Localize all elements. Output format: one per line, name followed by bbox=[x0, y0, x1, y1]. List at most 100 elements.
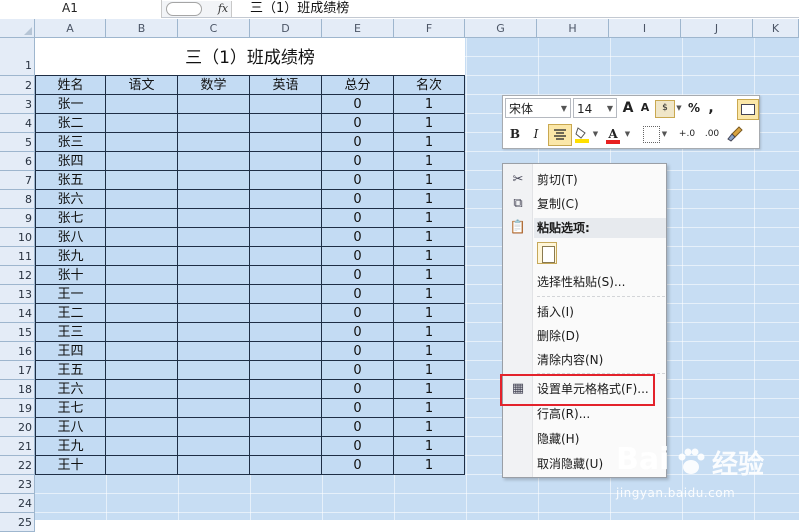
table-cell[interactable]: 王一 bbox=[35, 285, 106, 304]
table-cell[interactable]: 0 bbox=[322, 247, 394, 266]
table-header-cell[interactable]: 姓名 bbox=[35, 76, 106, 95]
table-cell[interactable] bbox=[250, 114, 322, 133]
table-cell[interactable] bbox=[250, 266, 322, 285]
table-cell[interactable]: 1 bbox=[394, 380, 465, 399]
grow-font-button[interactable]: A bbox=[620, 98, 636, 118]
table-cell[interactable]: 1 bbox=[394, 171, 465, 190]
table-cell[interactable] bbox=[106, 285, 178, 304]
table-cell[interactable]: 1 bbox=[394, 456, 465, 475]
row-header-11[interactable]: 11 bbox=[0, 247, 35, 266]
table-cell[interactable]: 王七 bbox=[35, 399, 106, 418]
row-header-2[interactable]: 2 bbox=[0, 76, 35, 95]
table-cell[interactable]: 1 bbox=[394, 133, 465, 152]
menu-item-cut[interactable]: 剪切(T) bbox=[537, 168, 578, 192]
chevron-down-icon[interactable]: ▼ bbox=[674, 98, 684, 118]
paste-button[interactable] bbox=[537, 242, 557, 264]
table-cell[interactable] bbox=[178, 152, 250, 171]
column-header-a[interactable]: A bbox=[35, 19, 106, 38]
chevron-down-icon[interactable]: ▼ bbox=[623, 124, 632, 144]
row-header-20[interactable]: 20 bbox=[0, 418, 35, 437]
row-header-23[interactable]: 23 bbox=[0, 475, 35, 494]
table-cell[interactable]: 王九 bbox=[35, 437, 106, 456]
menu-item-delete[interactable]: 删除(D) bbox=[537, 324, 580, 348]
table-cell[interactable] bbox=[106, 399, 178, 418]
table-cell[interactable] bbox=[106, 323, 178, 342]
table-cell[interactable]: 0 bbox=[322, 380, 394, 399]
row-header-19[interactable]: 19 bbox=[0, 399, 35, 418]
table-cell[interactable] bbox=[178, 304, 250, 323]
table-cell[interactable] bbox=[178, 95, 250, 114]
borders-icon[interactable] bbox=[643, 126, 660, 143]
table-cell[interactable] bbox=[106, 171, 178, 190]
table-cell[interactable] bbox=[178, 342, 250, 361]
table-cell[interactable] bbox=[106, 228, 178, 247]
table-cell[interactable]: 王三 bbox=[35, 323, 106, 342]
table-cell[interactable] bbox=[106, 342, 178, 361]
table-cell[interactable]: 0 bbox=[322, 285, 394, 304]
table-cell[interactable]: 0 bbox=[322, 342, 394, 361]
table-cell[interactable]: 1 bbox=[394, 342, 465, 361]
comma-style-button[interactable]: , bbox=[704, 98, 718, 118]
table-cell[interactable] bbox=[178, 380, 250, 399]
table-cell[interactable]: 张九 bbox=[35, 247, 106, 266]
table-cell[interactable] bbox=[250, 456, 322, 475]
table-cell[interactable]: 1 bbox=[394, 361, 465, 380]
table-cell[interactable]: 张二 bbox=[35, 114, 106, 133]
table-cell[interactable]: 1 bbox=[394, 418, 465, 437]
table-cell[interactable]: 1 bbox=[394, 437, 465, 456]
table-cell[interactable]: 0 bbox=[322, 95, 394, 114]
table-cell[interactable]: 王八 bbox=[35, 418, 106, 437]
fill-color-button[interactable] bbox=[574, 124, 590, 144]
formula-input[interactable]: 三（1）班成绩榜 bbox=[250, 0, 349, 18]
row-header-4[interactable]: 4 bbox=[0, 114, 35, 133]
row-header-9[interactable]: 9 bbox=[0, 209, 35, 228]
row-header-10[interactable]: 10 bbox=[0, 228, 35, 247]
table-cell[interactable]: 1 bbox=[394, 152, 465, 171]
table-cell[interactable] bbox=[250, 247, 322, 266]
table-cell[interactable] bbox=[250, 190, 322, 209]
table-cell[interactable]: 王十 bbox=[35, 456, 106, 475]
table-cell[interactable] bbox=[250, 380, 322, 399]
row-header-3[interactable]: 3 bbox=[0, 95, 35, 114]
chevron-down-icon[interactable]: ▼ bbox=[591, 124, 600, 144]
row-header-7[interactable]: 7 bbox=[0, 171, 35, 190]
table-cell[interactable] bbox=[250, 399, 322, 418]
row-header-25[interactable]: 25 bbox=[0, 513, 35, 532]
table-cell[interactable] bbox=[106, 418, 178, 437]
font-size-dropdown[interactable]: 14 ▼ bbox=[573, 98, 617, 118]
table-cell[interactable]: 1 bbox=[394, 304, 465, 323]
menu-item-unhide[interactable]: 取消隐藏(U) bbox=[537, 452, 603, 476]
column-header-g[interactable]: G bbox=[465, 19, 537, 38]
accounting-format-icon[interactable]: $ bbox=[655, 100, 675, 118]
table-cell[interactable] bbox=[106, 152, 178, 171]
table-cell[interactable]: 0 bbox=[322, 437, 394, 456]
table-cell[interactable]: 1 bbox=[394, 209, 465, 228]
column-header-b[interactable]: B bbox=[106, 19, 178, 38]
table-cell[interactable] bbox=[106, 304, 178, 323]
table-cell[interactable]: 王六 bbox=[35, 380, 106, 399]
table-cell[interactable]: 张六 bbox=[35, 190, 106, 209]
table-cell[interactable] bbox=[178, 114, 250, 133]
table-cell[interactable]: 张八 bbox=[35, 228, 106, 247]
row-header-22[interactable]: 22 bbox=[0, 456, 35, 475]
table-cell[interactable]: 王四 bbox=[35, 342, 106, 361]
table-cell[interactable] bbox=[178, 228, 250, 247]
row-header-8[interactable]: 8 bbox=[0, 190, 35, 209]
menu-item-paste-special[interactable]: 选择性粘贴(S)... bbox=[537, 270, 625, 294]
row-header-15[interactable]: 15 bbox=[0, 323, 35, 342]
table-cell[interactable]: 0 bbox=[322, 399, 394, 418]
table-cell[interactable]: 0 bbox=[322, 361, 394, 380]
table-cell[interactable] bbox=[106, 209, 178, 228]
table-cell[interactable]: 1 bbox=[394, 228, 465, 247]
table-cell[interactable]: 1 bbox=[394, 285, 465, 304]
table-cell[interactable] bbox=[106, 190, 178, 209]
italic-button[interactable]: I bbox=[528, 124, 544, 144]
row-header-1[interactable]: 1 bbox=[0, 38, 35, 76]
table-cell[interactable]: 王二 bbox=[35, 304, 106, 323]
menu-item-clear-contents[interactable]: 清除内容(N) bbox=[537, 348, 603, 372]
table-cell[interactable] bbox=[250, 209, 322, 228]
bold-button[interactable]: B bbox=[507, 124, 523, 144]
table-cell[interactable] bbox=[178, 190, 250, 209]
table-cell[interactable]: 0 bbox=[322, 228, 394, 247]
column-header-d[interactable]: D bbox=[250, 19, 322, 38]
